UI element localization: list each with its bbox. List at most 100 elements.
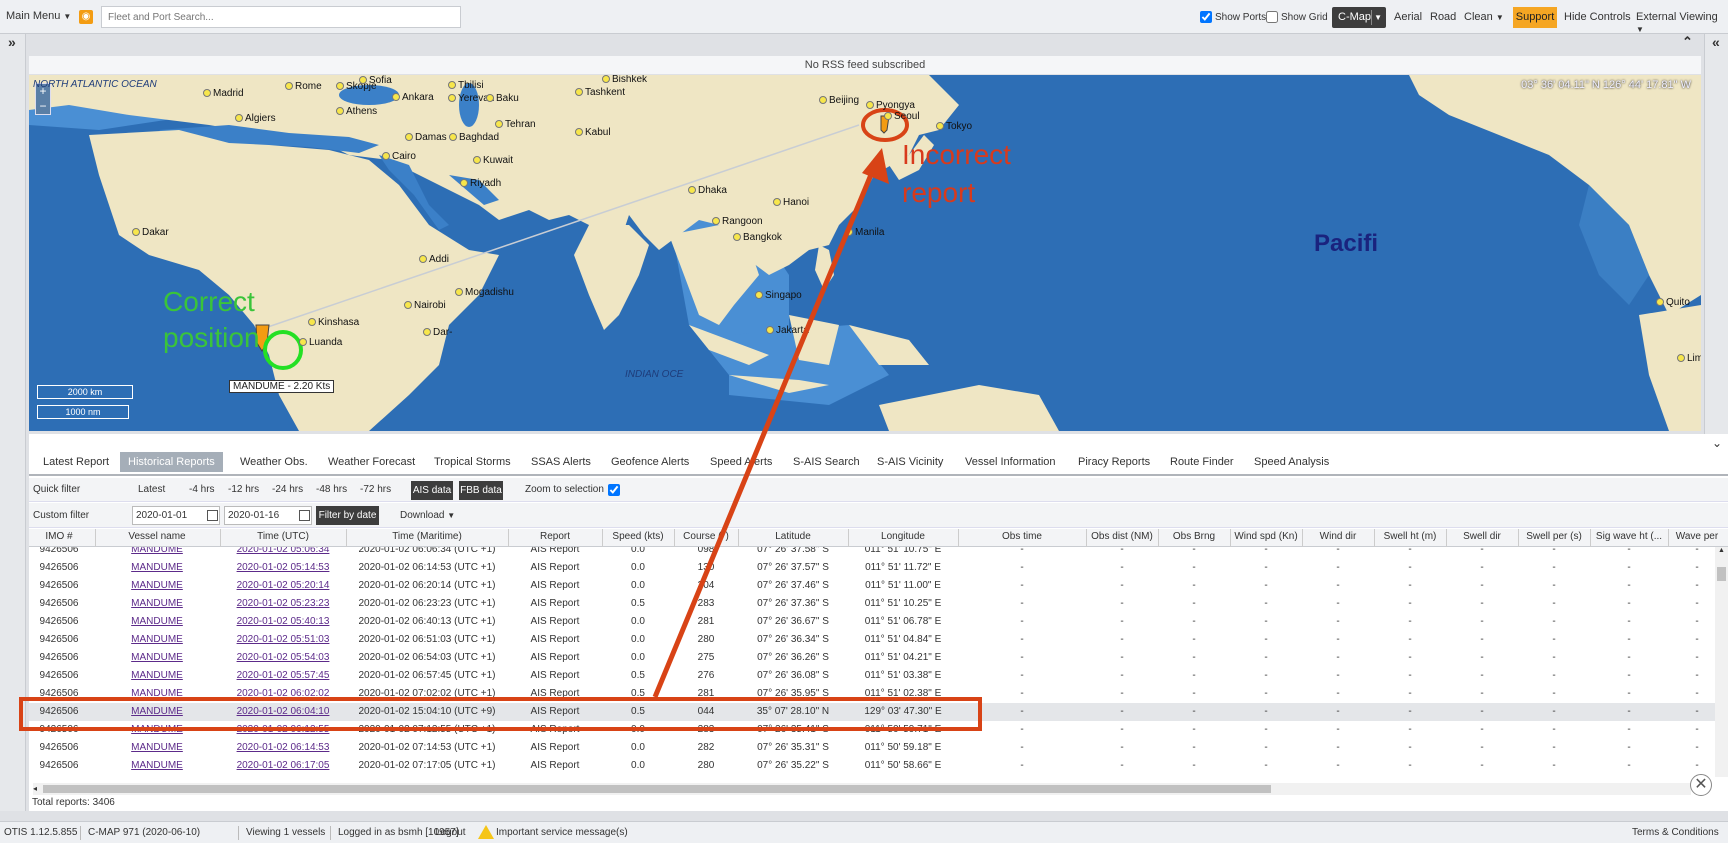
row-vessel-link[interactable]: MANDUME — [96, 547, 218, 555]
tab-speed-analysis[interactable]: Speed Analysis — [1254, 456, 1329, 468]
main-menu-button[interactable]: Main Menu ▼ — [6, 10, 71, 22]
col-header[interactable]: Speed (kts) — [603, 531, 673, 542]
tab-route-finder[interactable]: Route Finder — [1170, 456, 1234, 468]
row-vessel-link[interactable]: MANDUME — [96, 760, 218, 771]
tab-s-ais-search[interactable]: S-AIS Search — [793, 456, 860, 468]
col-header[interactable]: Sig wave ht (... — [1591, 531, 1667, 542]
tab-historical-reports[interactable]: Historical Reports — [120, 452, 223, 472]
ais-data-button[interactable]: AIS data — [411, 481, 453, 500]
table-row[interactable]: 9426506 MANDUME 2020-01-02 06:02:02 2020-01… — [29, 685, 1715, 703]
show-grid-toggle[interactable]: Show Grid — [1266, 11, 1328, 23]
row-utc-link[interactable]: 2020-01-02 06:04:10 — [221, 706, 345, 717]
scroll-up-icon[interactable]: ▲ — [1718, 547, 1725, 554]
collapse-panel-icon[interactable]: ⌄ — [1712, 436, 1722, 450]
table-row[interactable]: 9426506 MANDUME 2020-01-02 05:40:13 2020-01… — [29, 613, 1715, 631]
row-utc-link[interactable]: 2020-01-02 05:06:34 — [221, 547, 345, 555]
tab-latest-report[interactable]: Latest Report — [43, 456, 109, 468]
fleet-port-search-input[interactable] — [101, 6, 461, 28]
expand-right-icon[interactable]: « — [1712, 34, 1720, 50]
collapse-up-icon[interactable]: ⌃ — [1682, 34, 1693, 50]
filter-24hrs[interactable]: -24 hrs — [272, 484, 303, 495]
scroll-thumb[interactable] — [1717, 567, 1726, 581]
tab-weather-obs[interactable]: Weather Obs. — [240, 456, 308, 468]
rss-icon[interactable]: ◉ — [79, 10, 93, 24]
table-row[interactable]: 9426506 MANDUME 2020-01-02 05:14:53 2020-01… — [29, 559, 1715, 577]
scroll-left-icon[interactable]: ◂ — [33, 784, 37, 793]
col-header[interactable]: Obs dist (NM) — [1087, 531, 1157, 542]
row-utc-link[interactable]: 2020-01-02 06:12:55 — [221, 724, 345, 735]
row-vessel-link[interactable]: MANDUME — [96, 598, 218, 609]
col-header[interactable]: Wave per — [1669, 531, 1725, 542]
col-header[interactable]: Swell dir — [1447, 531, 1517, 542]
col-header[interactable]: Swell ht (m) — [1375, 531, 1445, 542]
table-row[interactable]: 9426506 MANDUME 2020-01-02 05:06:34 2020-01… — [29, 547, 1715, 559]
col-header[interactable]: IMO # — [31, 531, 87, 542]
tab-geofence-alerts[interactable]: Geofence Alerts — [611, 456, 689, 468]
row-utc-link[interactable]: 2020-01-02 05:57:45 — [221, 670, 345, 681]
fbb-data-button[interactable]: FBB data — [459, 481, 503, 500]
calendar-icon[interactable] — [207, 510, 218, 521]
map-view[interactable]: + − 03° 36' 04.11" N 126° 44' 17.81" W N… — [29, 75, 1701, 431]
row-vessel-link[interactable]: MANDUME — [96, 580, 218, 591]
table-row[interactable]: 9426506 MANDUME 2020-01-02 05:54:03 2020-01… — [29, 649, 1715, 667]
calendar-icon[interactable] — [299, 510, 310, 521]
zoom-to-selection-checkbox[interactable] — [608, 484, 620, 496]
show-ports-checkbox[interactable] — [1200, 11, 1212, 23]
tab-tropical-storms[interactable]: Tropical Storms — [434, 456, 511, 468]
table-row[interactable]: 9426506 MANDUME 2020-01-02 06:12:55 2020-01… — [29, 721, 1715, 739]
col-header[interactable]: Obs time — [959, 531, 1085, 542]
chevron-down-icon[interactable]: ▼ — [1374, 7, 1382, 28]
table-row[interactable]: 9426506 MANDUME 2020-01-02 05:51:03 2020-01… — [29, 631, 1715, 649]
tab-vessel-information[interactable]: Vessel Information — [965, 456, 1056, 468]
show-grid-checkbox[interactable] — [1266, 11, 1278, 23]
col-header[interactable]: Latitude — [739, 531, 847, 542]
close-icon[interactable]: ✕ — [1690, 774, 1712, 796]
aerial-layer-button[interactable]: Aerial — [1394, 11, 1422, 23]
vertical-scrollbar[interactable]: ▲ — [1715, 547, 1728, 777]
table-row[interactable]: 9426506 MANDUME 2020-01-02 05:57:45 2020-01… — [29, 667, 1715, 685]
tab-ssas-alerts[interactable]: SSAS Alerts — [531, 456, 591, 468]
table-row[interactable]: 9426506 MANDUME 2020-01-02 05:20:14 2020-01… — [29, 577, 1715, 595]
row-vessel-link[interactable]: MANDUME — [96, 616, 218, 627]
row-utc-link[interactable]: 2020-01-02 05:40:13 — [221, 616, 345, 627]
row-utc-link[interactable]: 2020-01-02 05:20:14 — [221, 580, 345, 591]
row-vessel-link[interactable]: MANDUME — [96, 706, 218, 717]
clean-layer-button[interactable]: Clean ▼ — [1464, 11, 1504, 23]
row-utc-link[interactable]: 2020-01-02 05:54:03 — [221, 652, 345, 663]
col-header[interactable]: Wind spd (Kn) — [1231, 531, 1301, 542]
row-vessel-link[interactable]: MANDUME — [96, 652, 218, 663]
col-header[interactable]: Course (°) — [675, 531, 737, 542]
col-header[interactable]: Time (UTC) — [221, 531, 345, 542]
row-vessel-link[interactable]: MANDUME — [96, 688, 218, 699]
col-header[interactable]: Obs Brng — [1159, 531, 1229, 542]
filter-12hrs[interactable]: -12 hrs — [228, 484, 259, 495]
filter-72hrs[interactable]: -72 hrs — [360, 484, 391, 495]
row-utc-link[interactable]: 2020-01-02 06:17:05 — [221, 760, 345, 771]
logout-link[interactable]: Logout — [435, 827, 466, 838]
filter-by-date-button[interactable]: Filter by date — [316, 506, 379, 525]
row-utc-link[interactable]: 2020-01-02 06:02:02 — [221, 688, 345, 699]
row-utc-link[interactable]: 2020-01-02 05:51:03 — [221, 634, 345, 645]
support-button[interactable]: Support — [1513, 7, 1557, 28]
row-vessel-link[interactable]: MANDUME — [96, 562, 218, 573]
tab-speed-alerts[interactable]: Speed Alerts — [710, 456, 772, 468]
col-header[interactable]: Report — [509, 531, 601, 542]
filter-4hrs[interactable]: -4 hrs — [189, 484, 215, 495]
col-header[interactable]: Time (Maritime) — [347, 531, 507, 542]
service-message-link[interactable]: Important service message(s) — [496, 827, 628, 838]
expand-left-icon[interactable]: » — [8, 34, 16, 50]
row-utc-link[interactable]: 2020-01-02 05:23:23 — [221, 598, 345, 609]
horizontal-scrollbar[interactable]: ◂ — [33, 783, 1691, 795]
download-menu[interactable]: Download ▼ — [400, 510, 455, 521]
row-vessel-link[interactable]: MANDUME — [96, 742, 218, 753]
cmap-layer-button[interactable]: C-Map ▼ — [1332, 7, 1386, 28]
row-utc-link[interactable]: 2020-01-02 05:14:53 — [221, 562, 345, 573]
table-row-selected[interactable]: 9426506 MANDUME 2020-01-02 06:04:10 2020-01… — [29, 703, 1715, 721]
tab-s-ais-vicinity[interactable]: S-AIS Vicinity — [877, 456, 943, 468]
scroll-thumb[interactable] — [43, 785, 1271, 793]
row-utc-link[interactable]: 2020-01-02 06:14:53 — [221, 742, 345, 753]
terms-link[interactable]: Terms & Conditions — [1632, 827, 1719, 838]
tab-piracy-reports[interactable]: Piracy Reports — [1078, 456, 1150, 468]
col-header[interactable]: Vessel name — [96, 531, 218, 542]
filter-48hrs[interactable]: -48 hrs — [316, 484, 347, 495]
